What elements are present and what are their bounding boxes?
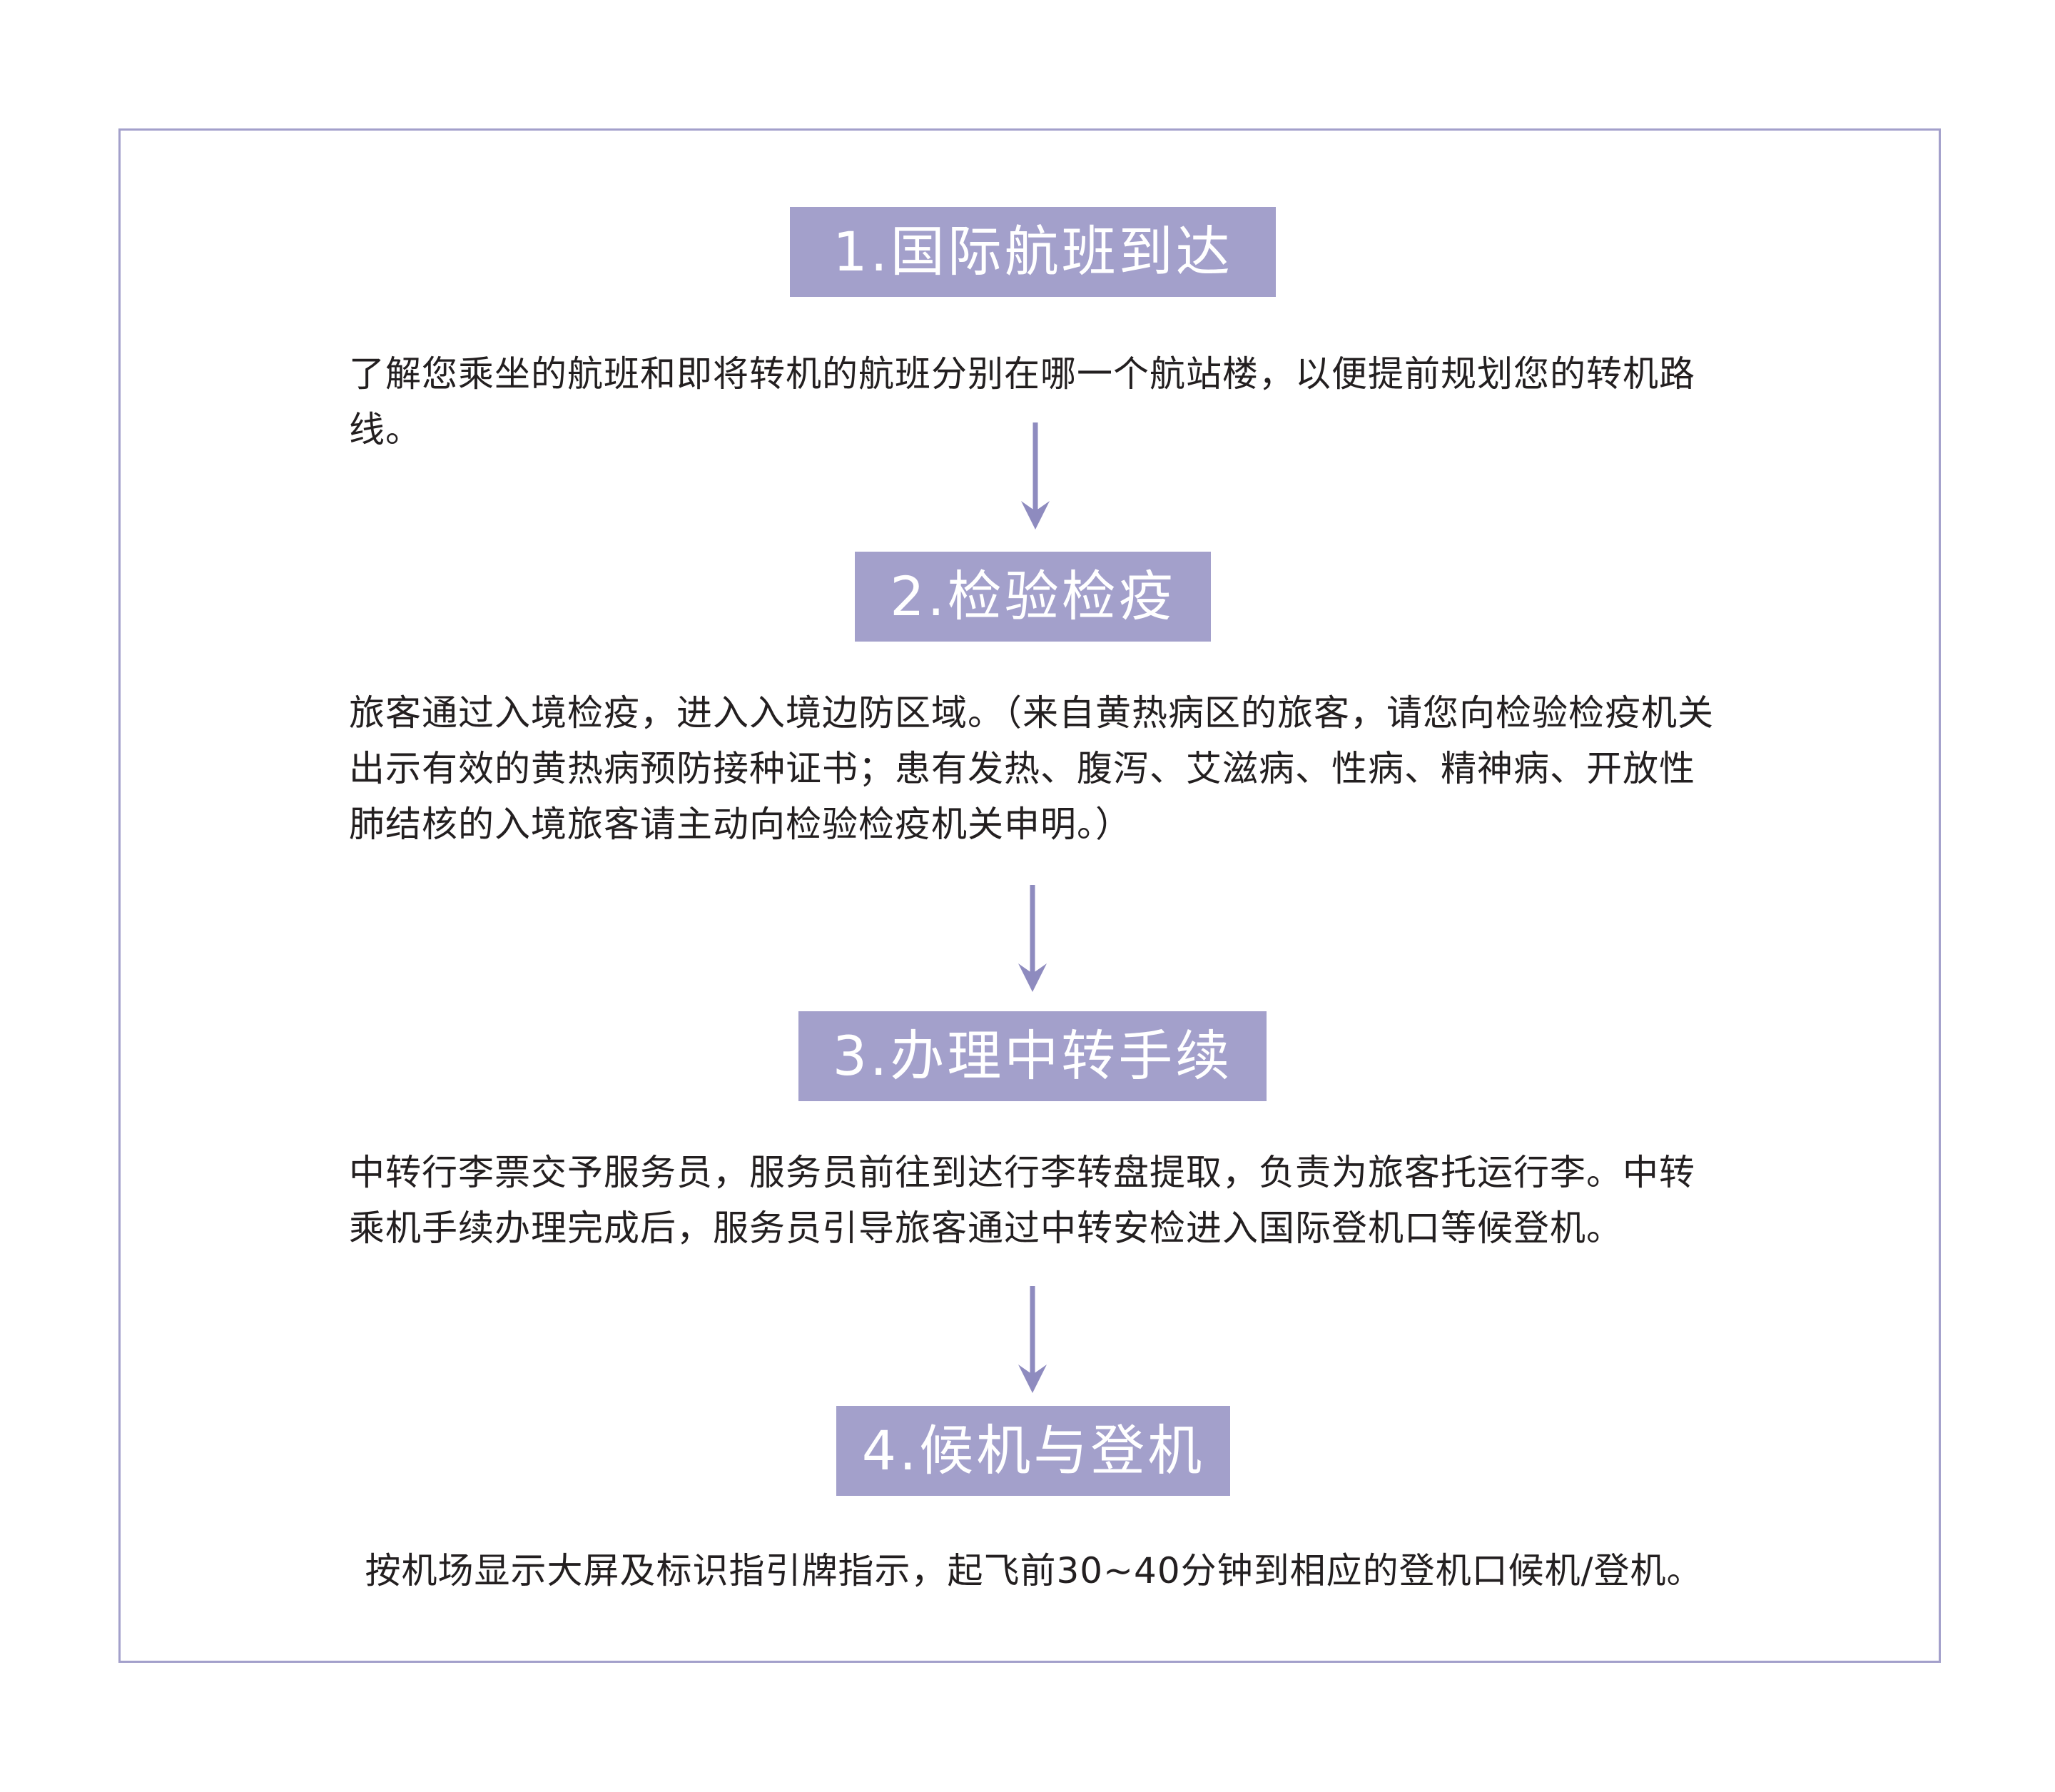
step-3-description: 中转行李票交予服务员，服务员前往到达行李转盘提取，负责为旅客托运行李。中转乘机手… <box>349 1152 1695 1249</box>
arrow-down-icon <box>1021 422 1050 530</box>
step-3-title: 3.办理中转手续 <box>798 1011 1267 1101</box>
step-2-description: 旅客通过入境检疫，进入入境边防区域。（来自黄热病区的旅客，请您向检验检疫机关出示… <box>349 692 1714 845</box>
step-4-description: 按机场显示大屏及标识指引牌指示，起飞前30~40分钟到相应的登机口候机/登机。 <box>365 1550 1703 1591</box>
step-2-title: 2.检验检疫 <box>855 552 1211 642</box>
arrow-down-icon <box>1018 1286 1047 1393</box>
step-4-title: 4.候机与登机 <box>836 1406 1230 1496</box>
step-1-title: 1.国际航班到达 <box>790 207 1276 297</box>
arrow-down-icon <box>1018 885 1047 992</box>
